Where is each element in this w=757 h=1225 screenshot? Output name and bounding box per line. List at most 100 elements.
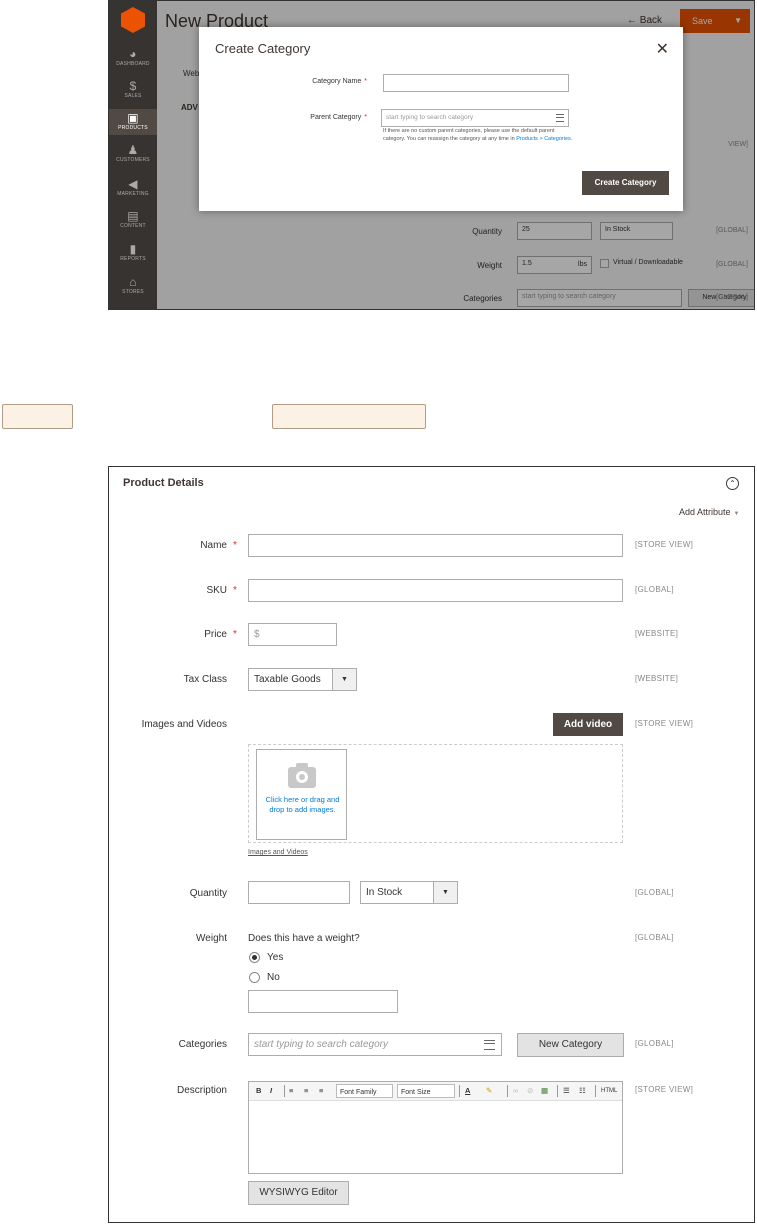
- font-family-select[interactable]: Font Family: [336, 1084, 393, 1098]
- font-size-select[interactable]: Font Size: [397, 1084, 455, 1098]
- name-label: Name: [200, 540, 227, 551]
- sidebar-item-stores[interactable]: ⌂ STORES: [109, 275, 157, 295]
- name-input[interactable]: [248, 534, 623, 557]
- description-label: Description: [176, 1085, 227, 1096]
- sidebar-item-label: CONTENT: [120, 223, 146, 229]
- sidebar-item-reports[interactable]: ▮ REPORTS: [109, 242, 157, 262]
- section-title: Product Details: [123, 477, 204, 489]
- sidebar-item-label: SALES: [124, 93, 142, 99]
- image-upload-area[interactable]: Click here or drag and drop to add image…: [248, 744, 623, 843]
- products-categories-link[interactable]: Products > Categories: [516, 136, 571, 142]
- highlight-icon[interactable]: ✎: [486, 1086, 492, 1095]
- list-icon[interactable]: [556, 114, 564, 122]
- sidebar-item-label: DASHBOARD: [116, 61, 150, 67]
- stock-status-select[interactable]: In Stock ▼: [360, 881, 458, 904]
- add-attribute-button[interactable]: Add Attribute ▼: [679, 507, 740, 517]
- weight-no-radio[interactable]: [249, 972, 260, 983]
- italic-icon[interactable]: I: [270, 1086, 272, 1095]
- box-icon: ▣: [127, 111, 139, 125]
- parent-category-search-input[interactable]: start typing to search category: [381, 109, 569, 127]
- toolbar-divider: [557, 1085, 558, 1097]
- bold-icon[interactable]: B: [256, 1086, 261, 1095]
- bullet-list-icon[interactable]: ☰: [563, 1086, 570, 1095]
- image-drop-zone[interactable]: Click here or drag and drop to add image…: [256, 749, 347, 840]
- store-icon: ⌂: [129, 275, 137, 289]
- name-scope: [STORE VIEW]: [635, 540, 694, 549]
- add-attribute-label: Add Attribute: [679, 507, 731, 517]
- category-name-input[interactable]: [383, 74, 569, 92]
- collapse-icon[interactable]: ⌃: [726, 477, 739, 490]
- align-right-icon[interactable]: ≡: [319, 1086, 323, 1095]
- weight-no-label: No: [267, 972, 280, 983]
- text-color-icon[interactable]: A: [465, 1086, 470, 1095]
- required-marker: *: [233, 629, 237, 640]
- sku-label: SKU: [206, 585, 227, 596]
- description-editor: B I ≡ ≡ ≡ Font Family Font Size A ✎ ∞ ⊘ …: [248, 1081, 623, 1174]
- megaphone-icon: ◀: [128, 177, 138, 191]
- dashboard-icon: ◕: [129, 47, 137, 61]
- description-scope: [STORE VIEW]: [635, 1085, 694, 1094]
- sidebar-item-sales[interactable]: $ SALES: [109, 79, 157, 99]
- close-icon[interactable]: ✕: [656, 39, 669, 59]
- align-center-icon[interactable]: ≡: [304, 1086, 308, 1095]
- weight-input[interactable]: [248, 990, 398, 1013]
- sidebar-item-marketing[interactable]: ◀ MARKETING: [109, 177, 157, 197]
- list-icon[interactable]: [484, 1040, 495, 1050]
- stock-status-value: In Stock: [366, 887, 403, 898]
- parent-category-note: If there are no custom parent categories…: [383, 128, 573, 143]
- unlink-icon[interactable]: ⊘: [527, 1086, 533, 1095]
- magento-logo-icon[interactable]: [121, 7, 145, 33]
- image-icon[interactable]: ▦: [541, 1086, 548, 1095]
- required-marker: *: [233, 585, 237, 596]
- tax-class-scope: [WEBSITE]: [635, 674, 679, 683]
- images-videos-link[interactable]: Images and Videos: [248, 849, 308, 856]
- tax-class-select[interactable]: Taxable Goods ▼: [248, 668, 357, 691]
- html-source-icon[interactable]: HTML: [601, 1088, 617, 1094]
- numbered-list-icon[interactable]: ☷: [579, 1086, 586, 1095]
- create-category-button[interactable]: Create Category: [582, 171, 669, 195]
- editor-toolbar: B I ≡ ≡ ≡ Font Family Font Size A ✎ ∞ ⊘ …: [249, 1082, 622, 1101]
- sku-input[interactable]: [248, 579, 623, 602]
- new-category-button[interactable]: New Category: [517, 1033, 624, 1057]
- add-video-button[interactable]: Add video: [553, 713, 623, 736]
- parent-category-placeholder: start typing to search category: [386, 114, 474, 121]
- categories-search-input[interactable]: start typing to search category: [248, 1033, 502, 1056]
- price-input[interactable]: $: [248, 623, 337, 646]
- person-icon: ♟: [127, 143, 139, 157]
- weight-label: Weight: [196, 933, 227, 944]
- sidebar-item-customers[interactable]: ♟ CUSTOMERS: [109, 143, 157, 163]
- sidebar-item-label: PRODUCTS: [118, 125, 148, 131]
- chevron-down-icon: ▼: [332, 669, 356, 690]
- image-drop-text: Click here or drag and drop to add image…: [265, 795, 340, 814]
- weight-yes-radio[interactable]: [249, 952, 260, 963]
- callout-box: [2, 404, 73, 429]
- weight-question: Does this have a weight?: [248, 933, 360, 944]
- toolbar-divider: [507, 1085, 508, 1097]
- font-family-value: Font Family: [340, 1089, 377, 1096]
- sku-scope: [GLOBAL]: [635, 585, 674, 594]
- create-category-screenshot: New Product ← Back Save ▼ Web ADV VIEW] …: [108, 0, 755, 310]
- align-left-icon[interactable]: ≡: [289, 1086, 293, 1095]
- toolbar-divider: [595, 1085, 596, 1097]
- quantity-label: Quantity: [189, 888, 227, 899]
- admin-sidebar: ◕ DASHBOARD $ SALES ▣ PRODUCTS ♟ CUSTOME…: [109, 1, 157, 309]
- dollar-icon: $: [129, 79, 137, 93]
- category-name-label: Category Name *: [247, 78, 367, 85]
- font-size-value: Font Size: [401, 1089, 431, 1096]
- sidebar-item-dashboard[interactable]: ◕ DASHBOARD: [109, 47, 157, 67]
- product-details-screenshot: Product Details ⌃ Add Attribute ▼ Name * …: [108, 466, 755, 1223]
- sidebar-item-products[interactable]: ▣ PRODUCTS: [109, 109, 157, 135]
- images-videos-label: Images and Videos: [141, 719, 227, 730]
- content-icon: ▤: [127, 209, 139, 223]
- link-icon[interactable]: ∞: [513, 1086, 518, 1095]
- modal-title: Create Category: [215, 41, 311, 56]
- sidebar-item-content[interactable]: ▤ CONTENT: [109, 209, 157, 229]
- sidebar-item-label: STORES: [122, 289, 144, 295]
- quantity-input[interactable]: [248, 881, 350, 904]
- parent-category-label-text: Parent Category: [310, 114, 362, 121]
- weight-yes-label: Yes: [267, 952, 284, 963]
- quantity-scope: [GLOBAL]: [635, 888, 674, 897]
- category-name-label-text: Category Name: [312, 78, 362, 85]
- wysiwyg-editor-button[interactable]: WYSIWYG Editor: [248, 1181, 349, 1205]
- weight-scope: [GLOBAL]: [635, 933, 674, 942]
